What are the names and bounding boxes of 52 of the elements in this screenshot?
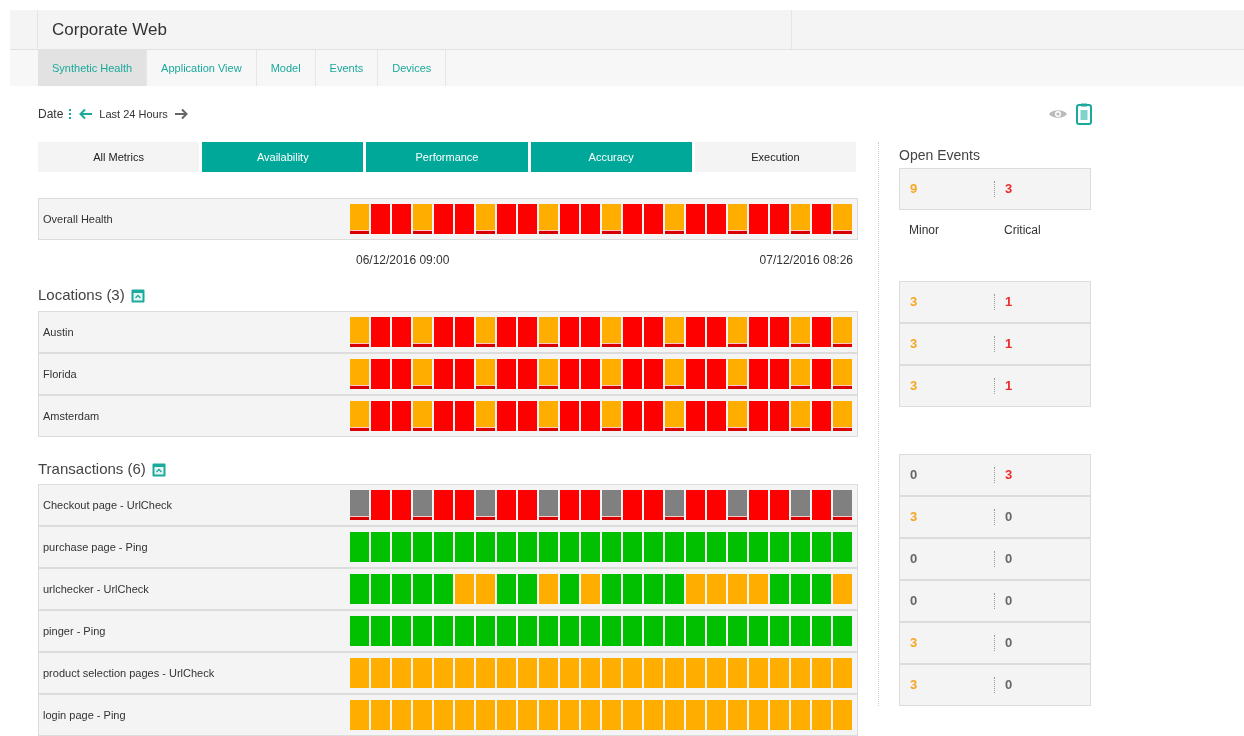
minor-count: 9 <box>910 180 918 199</box>
section-title: Locations (3) <box>38 285 125 306</box>
row-label: Checkout page - UrlCheck <box>43 497 172 513</box>
metric-tab[interactable]: Execution <box>694 142 856 172</box>
date-range: Last 24 Hours <box>99 106 168 122</box>
minor-count: 0 <box>910 550 918 569</box>
date-label: Date <box>38 106 64 123</box>
start-time: 06/12/2016 09:00 <box>356 252 450 269</box>
critical-count: 0 <box>1005 508 1013 527</box>
row-label: purchase page - Ping <box>43 539 148 555</box>
critical-label: Critical <box>1004 222 1041 239</box>
minor-count: 0 <box>910 466 918 485</box>
metric-tab[interactable]: Accuracy <box>530 142 692 172</box>
critical-count: 0 <box>1005 550 1013 569</box>
previous-arrow-icon[interactable] <box>79 108 94 120</box>
minor-count: 3 <box>910 335 918 354</box>
row-label: pinger - Ping <box>43 623 106 639</box>
eye-icon[interactable] <box>1048 108 1068 120</box>
critical-count: 0 <box>1005 634 1013 653</box>
metric-tab[interactable]: All Metrics <box>38 142 200 172</box>
next-arrow-icon[interactable] <box>173 108 188 120</box>
section-title: Transactions (6) <box>38 459 146 480</box>
metric-tab[interactable]: Performance <box>366 142 528 172</box>
clipboard-icon[interactable] <box>1076 103 1092 125</box>
minor-count: 3 <box>910 676 918 695</box>
collapse-icon[interactable] <box>151 462 166 477</box>
row-label: product selection pages - UrlCheck <box>43 665 215 681</box>
critical-count: 3 <box>1005 180 1013 199</box>
minor-label: Minor <box>909 222 940 239</box>
open-events-title: Open Events <box>899 145 980 165</box>
minor-count: 3 <box>910 508 918 527</box>
row-label: urlchecker - UrlCheck <box>43 581 149 597</box>
minor-count: 3 <box>910 293 918 312</box>
page-title: Corporate Web <box>52 18 167 41</box>
row-label: Florida <box>43 366 77 382</box>
critical-count: 3 <box>1005 466 1013 485</box>
critical-count: 0 <box>1005 592 1013 611</box>
minor-count: 0 <box>910 592 918 611</box>
critical-count: 1 <box>1005 377 1013 396</box>
metric-tab[interactable]: Availability <box>202 142 364 172</box>
critical-count: 1 <box>1005 293 1013 312</box>
row-label: Amsterdam <box>43 408 100 424</box>
row-label: Austin <box>43 324 74 340</box>
end-time: 07/12/2016 08:26 <box>759 252 853 269</box>
row-label: login page - Ping <box>43 707 126 723</box>
row-label: Overall Health <box>43 211 113 227</box>
minor-count: 3 <box>910 634 918 653</box>
critical-count: 1 <box>1005 335 1013 354</box>
critical-count: 0 <box>1005 676 1013 695</box>
nav-tab[interactable]: Synthetic Health <box>38 50 148 86</box>
minor-count: 3 <box>910 377 918 396</box>
collapse-icon[interactable] <box>130 288 145 303</box>
